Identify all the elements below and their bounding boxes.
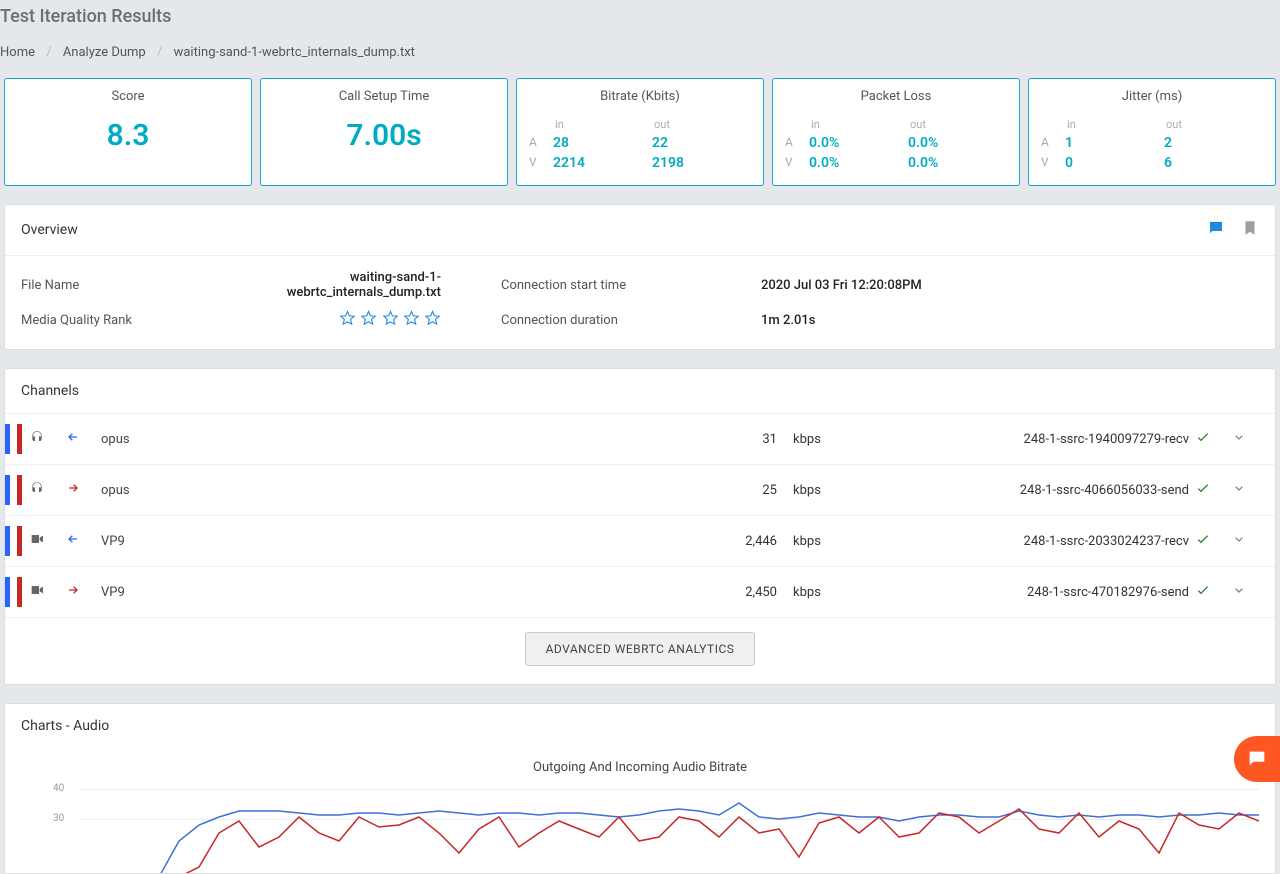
file-name-value: waiting-sand-1-webrtc_internals_dump.txt [201, 270, 441, 300]
channel-row[interactable]: VP9 2,446 kbps 248-1-ssrc-2033024237-recv [5, 516, 1275, 567]
channel-ssrc: 248-1-ssrc-470182976-send [849, 585, 1189, 600]
arrow-out-icon [65, 582, 95, 602]
metric-setup-time: Call Setup Time 7.00s [260, 78, 508, 186]
channel-unit: kbps [783, 483, 843, 498]
channel-rate: 25 [267, 483, 777, 498]
breadcrumb-file: waiting-sand-1-webrtc_internals_dump.txt [174, 45, 415, 60]
channel-unit: kbps [783, 534, 843, 549]
check-icon [1195, 531, 1225, 551]
charts-audio-header: Charts - Audio [21, 718, 109, 734]
headphones-icon [29, 480, 59, 500]
channel-rate: 2,450 [267, 585, 777, 600]
channel-codec: VP9 [101, 585, 261, 600]
chevron-down-icon[interactable] [1231, 429, 1261, 449]
overview-panel: Overview File Name waiting-sand-1-webrtc… [4, 204, 1276, 350]
channel-row[interactable]: opus 31 kbps 248-1-ssrc-1940097279-recv [5, 414, 1275, 465]
metric-jitter: Jitter (ms) in out A 1 2 V 0 6 [1028, 78, 1276, 186]
duration-label: Connection duration [501, 313, 721, 328]
video-icon [29, 582, 59, 602]
advanced-analytics-button[interactable]: ADVANCED WEBRTC ANALYTICS [525, 632, 756, 666]
channel-row[interactable]: VP9 2,450 kbps 248-1-ssrc-470182976-send [5, 567, 1275, 618]
chevron-down-icon[interactable] [1231, 582, 1261, 602]
channel-codec: opus [101, 483, 261, 498]
rank-label: Media Quality Rank [21, 313, 201, 328]
check-icon [1195, 429, 1225, 449]
score-value: 8.3 [17, 118, 239, 153]
channel-ssrc: 248-1-ssrc-1940097279-recv [849, 432, 1189, 447]
file-name-label: File Name [21, 278, 201, 293]
channel-unit: kbps [783, 585, 843, 600]
breadcrumb-analyze[interactable]: Analyze Dump [63, 45, 146, 60]
channel-unit: kbps [783, 432, 843, 447]
rank-stars[interactable] [201, 310, 441, 331]
channel-rate: 2,446 [267, 534, 777, 549]
metric-score: Score 8.3 [4, 78, 252, 186]
page-title: Test Iteration Results [0, 0, 1280, 35]
chat-fab[interactable] [1234, 736, 1280, 782]
breadcrumb-home[interactable]: Home [0, 45, 35, 60]
bookmark-icon[interactable] [1241, 219, 1259, 241]
start-time-label: Connection start time [501, 278, 721, 293]
arrow-out-icon [65, 480, 95, 500]
channel-ssrc: 248-1-ssrc-4066056033-send [849, 483, 1189, 498]
arrow-in-icon [65, 429, 95, 449]
duration-value: 1m 2.01s [721, 313, 1259, 328]
channels-header: Channels [21, 383, 79, 399]
metric-packet-loss: Packet Loss in out A 0.0% 0.0% V 0.0% 0.… [772, 78, 1020, 186]
audio-bitrate-chart: 40 30 [21, 783, 1259, 873]
comment-icon[interactable] [1207, 219, 1225, 241]
charts-audio-panel: Charts - Audio Outgoing And Incoming Aud… [4, 703, 1276, 874]
metric-bitrate: Bitrate (Kbits) in out A 28 22 V 2214 21… [516, 78, 764, 186]
channel-ssrc: 248-1-ssrc-2033024237-recv [849, 534, 1189, 549]
headphones-icon [29, 429, 59, 449]
breadcrumb: Home / Analyze Dump / waiting-sand-1-web… [0, 35, 1280, 78]
arrow-in-icon [65, 531, 95, 551]
channel-codec: VP9 [101, 534, 261, 549]
video-icon [29, 531, 59, 551]
overview-header: Overview [21, 222, 78, 238]
chevron-down-icon[interactable] [1231, 531, 1261, 551]
channel-rate: 31 [267, 432, 777, 447]
channels-panel: Channels opus 31 kbps 248-1-ssrc-1940097279… [4, 368, 1276, 685]
channel-codec: opus [101, 432, 261, 447]
channel-row[interactable]: opus 25 kbps 248-1-ssrc-4066056033-send [5, 465, 1275, 516]
chart-title: Outgoing And Incoming Audio Bitrate [21, 760, 1259, 775]
setup-time-value: 7.00s [273, 118, 495, 153]
start-time-value: 2020 Jul 03 Fri 12:20:08PM [721, 278, 1259, 293]
chevron-down-icon[interactable] [1231, 480, 1261, 500]
check-icon [1195, 582, 1225, 602]
check-icon [1195, 480, 1225, 500]
